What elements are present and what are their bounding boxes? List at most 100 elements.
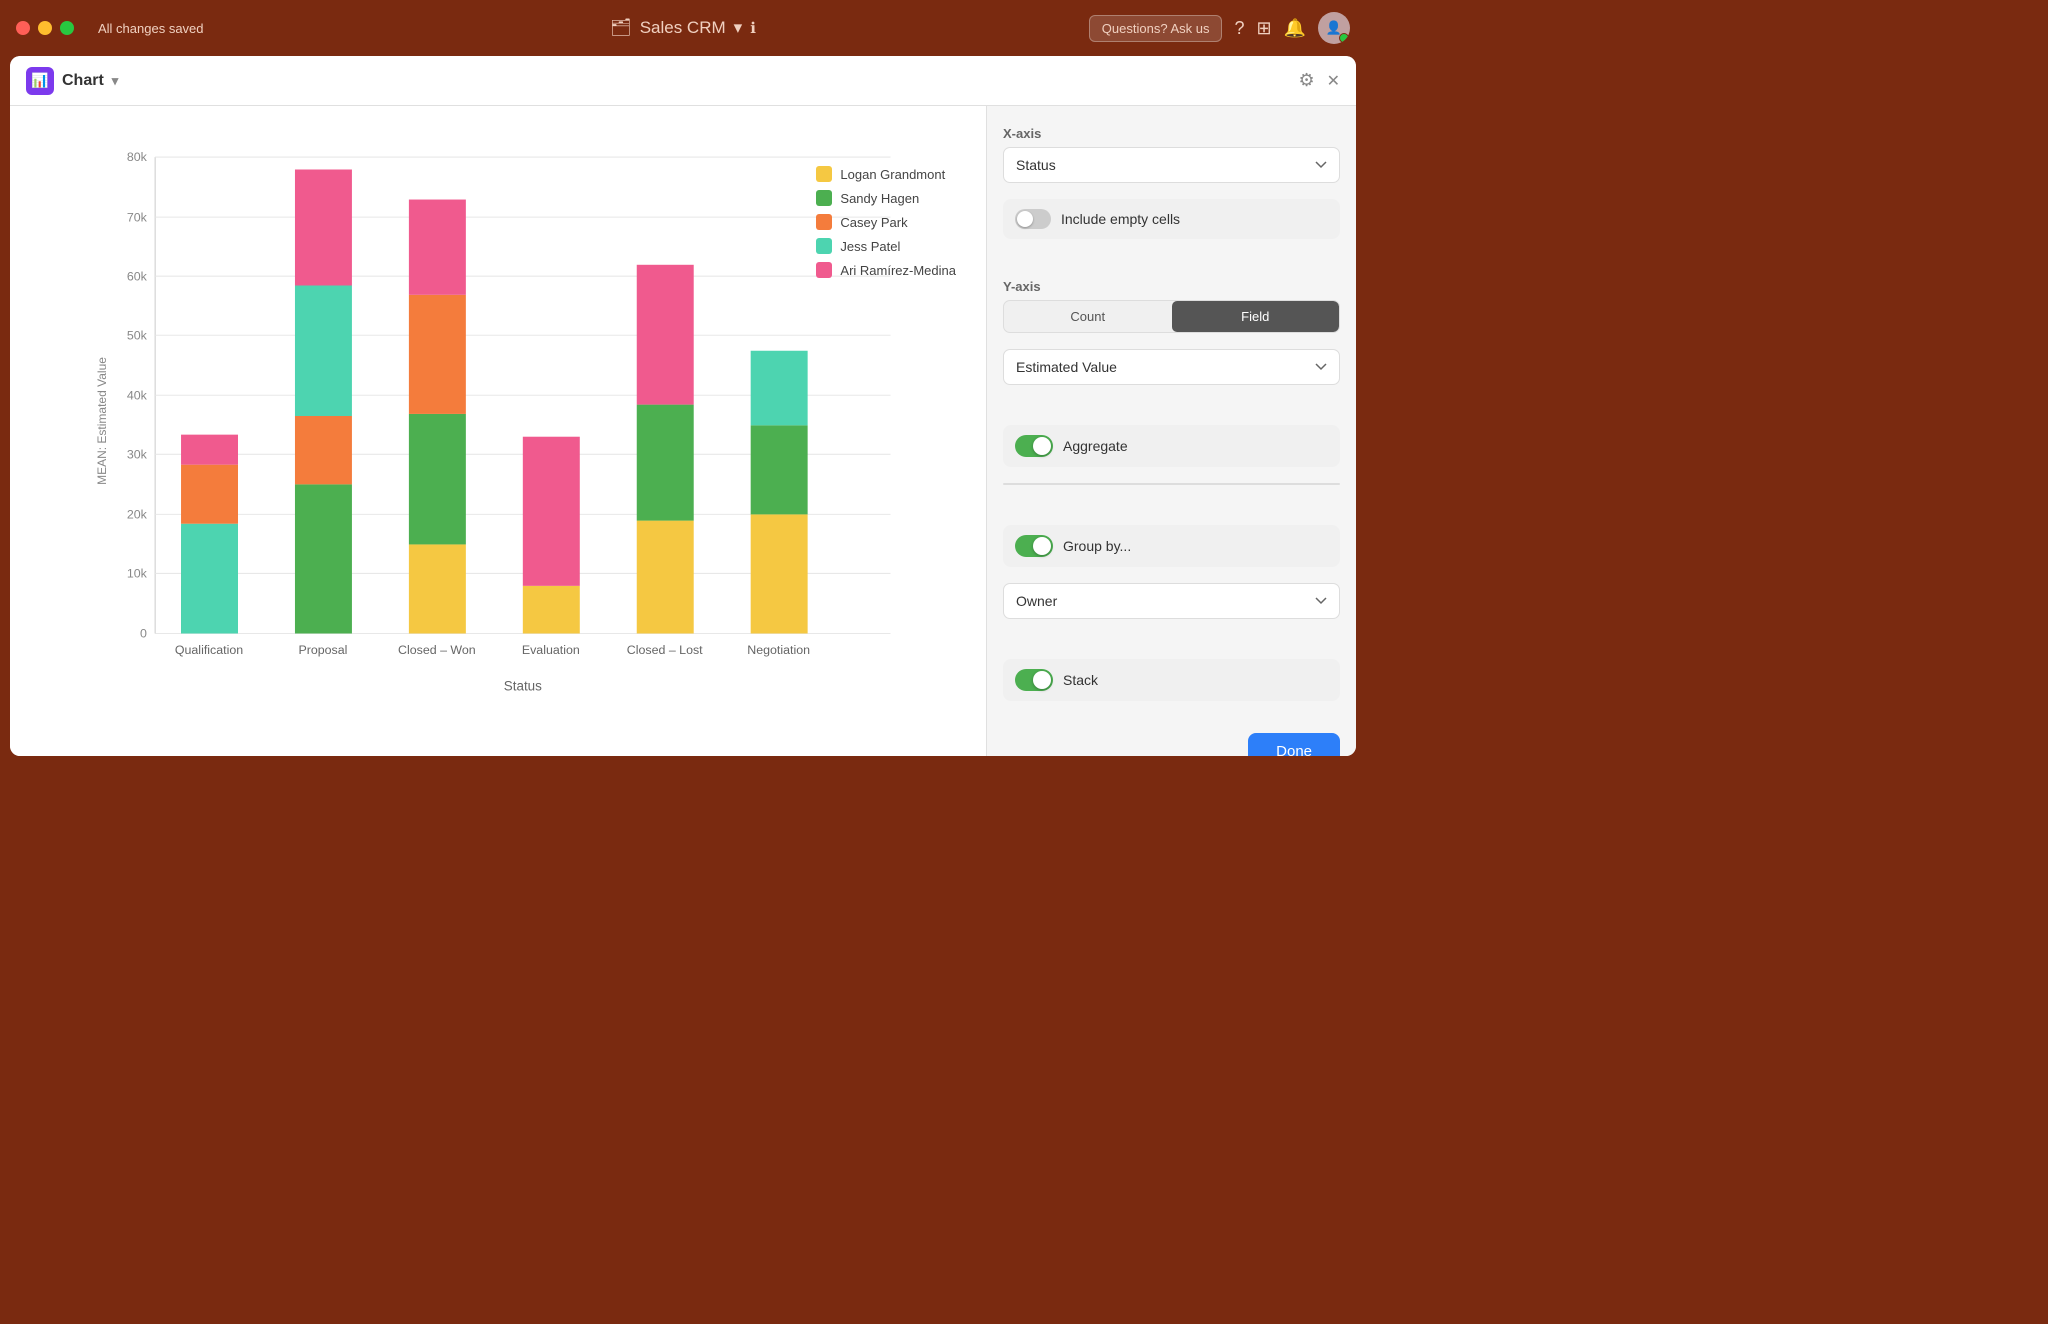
bar-eval-ari	[523, 437, 580, 586]
grid-icon[interactable]: ⊞	[1256, 18, 1271, 39]
bar-prop-casey	[295, 416, 352, 484]
stack-toggle[interactable]	[1015, 669, 1053, 691]
bar-qual-ari	[181, 435, 238, 465]
minimize-window-button[interactable]	[38, 21, 52, 35]
sum-button[interactable]: Sum	[1004, 484, 1088, 485]
group-by-row: Group by...	[1003, 525, 1340, 567]
legend-item-casey: Casey Park	[816, 214, 956, 230]
close-window-button[interactable]	[16, 21, 30, 35]
bar-qual-casey2	[181, 465, 238, 524]
chart-legend: Logan Grandmont Sandy Hagen Casey Park J…	[816, 166, 956, 278]
svg-text:80k: 80k	[127, 150, 148, 164]
mean-button[interactable]: Mean	[1255, 484, 1339, 485]
panel-title-text: Chart	[62, 72, 104, 90]
app-title-dropdown-icon[interactable]: ▾	[734, 18, 743, 38]
legend-swatch-jess	[816, 238, 832, 254]
titlebar: All changes saved 🗂 Sales CRM ▾ ℹ Questi…	[0, 0, 1366, 56]
legend-item-logan: Logan Grandmont	[816, 166, 956, 182]
app-icon: 🗂	[610, 18, 632, 38]
chart-settings-sidebar: X-axis Status Owner Stage Include empty …	[986, 106, 1356, 756]
count-button[interactable]: Count	[1004, 301, 1172, 332]
bar-neg-sandy	[751, 425, 808, 514]
group-by-toggle[interactable]	[1015, 535, 1053, 557]
bar-cw-logan	[409, 544, 466, 633]
field-button[interactable]: Field	[1172, 301, 1340, 332]
aggregate-row: Aggregate	[1003, 425, 1340, 467]
field-select[interactable]: Estimated Value Deal Size Probability	[1003, 349, 1340, 385]
bar-cl-sandy	[637, 405, 694, 521]
svg-text:40k: 40k	[127, 388, 148, 402]
include-empty-cells-row: Include empty cells	[1003, 199, 1340, 239]
panel-title-area: 📊 Chart ▾	[26, 67, 118, 95]
include-empty-cells-label: Include empty cells	[1061, 211, 1180, 227]
bar-prop-ari	[295, 170, 352, 286]
avatar-online-dot	[1339, 33, 1349, 43]
panel-header-right: ⚙ ✕	[1298, 70, 1340, 91]
include-empty-cells-toggle[interactable]	[1015, 209, 1051, 229]
chart-panel-icon: 📊	[26, 67, 54, 95]
bar-prop-sandy	[295, 484, 352, 633]
svg-text:Closed – Won: Closed – Won	[398, 643, 476, 657]
bar-cw-sandy	[409, 414, 466, 545]
bar-cl-ari	[637, 265, 694, 405]
app-title-area: 🗂 Sales CRM ▾ ℹ	[610, 18, 756, 38]
legend-swatch-casey	[816, 214, 832, 230]
svg-text:Evaluation: Evaluation	[522, 643, 580, 657]
min-button[interactable]: Min	[1088, 484, 1172, 485]
stack-label: Stack	[1063, 672, 1098, 688]
bar-prop-jess	[295, 286, 352, 417]
legend-item-ari: Ari Ramírez-Medina	[816, 262, 956, 278]
xaxis-select[interactable]: Status Owner Stage	[1003, 147, 1340, 183]
svg-text:60k: 60k	[127, 269, 148, 283]
avatar[interactable]: 👤	[1318, 12, 1350, 44]
legend-swatch-sandy	[816, 190, 832, 206]
yaxis-label: Y-axis	[1003, 279, 1340, 294]
panel-title-dropdown-icon[interactable]: ▾	[112, 73, 119, 89]
window-controls[interactable]	[16, 21, 74, 35]
aggregate-toggle[interactable]	[1015, 435, 1053, 457]
svg-text:0: 0	[140, 627, 147, 641]
svg-text:10k: 10k	[127, 567, 148, 581]
svg-text:30k: 30k	[127, 447, 148, 461]
max-button[interactable]: Max	[1172, 484, 1256, 485]
svg-text:50k: 50k	[127, 328, 148, 342]
ask-us-button[interactable]: Questions? Ask us	[1089, 15, 1223, 42]
group-by-select[interactable]: Owner Status Stage	[1003, 583, 1340, 619]
svg-text:Negotiation: Negotiation	[747, 643, 810, 657]
close-icon[interactable]: ✕	[1327, 71, 1340, 91]
panel-body: MEAN: Estimated Value	[10, 106, 1356, 756]
chart-area: MEAN: Estimated Value	[10, 106, 986, 756]
legend-item-sandy: Sandy Hagen	[816, 190, 956, 206]
legend-swatch-ari	[816, 262, 832, 278]
xaxis-section: X-axis Status Owner Stage	[1003, 126, 1340, 183]
panel-header: 📊 Chart ▾ ⚙ ✕	[10, 56, 1356, 106]
titlebar-actions: Questions? Ask us ? ⊞ 🔔 👤	[1089, 12, 1350, 44]
yaxis-section: Y-axis Count Field	[1003, 279, 1340, 333]
bar-cw-casey	[409, 295, 466, 414]
notifications-icon[interactable]: 🔔	[1284, 18, 1306, 39]
legend-item-jess: Jess Patel	[816, 238, 956, 254]
bar-cw-ari	[409, 200, 466, 295]
legend-swatch-logan	[816, 166, 832, 182]
maximize-window-button[interactable]	[60, 21, 74, 35]
legend-label-ari: Ari Ramírez-Medina	[840, 263, 956, 278]
aggregate-label: Aggregate	[1063, 438, 1128, 454]
done-button[interactable]: Done	[1248, 733, 1340, 756]
aggregate-type-group: Sum Min Max Mean	[1003, 483, 1340, 485]
help-icon[interactable]: ?	[1234, 18, 1244, 39]
svg-text:Proposal: Proposal	[298, 643, 347, 657]
bar-cl-logan	[637, 521, 694, 634]
stack-row: Stack	[1003, 659, 1340, 701]
svg-text:70k: 70k	[127, 210, 148, 224]
settings-icon[interactable]: ⚙	[1298, 70, 1314, 91]
legend-label-sandy: Sandy Hagen	[840, 191, 919, 206]
chart-panel: 📊 Chart ▾ ⚙ ✕ MEAN: Estimated Value	[10, 56, 1356, 756]
chart-container: MEAN: Estimated Value	[30, 126, 966, 716]
svg-text:Qualification: Qualification	[175, 643, 243, 657]
app-info-icon[interactable]: ℹ	[750, 19, 756, 37]
bar-neg-logan	[751, 514, 808, 633]
bar-neg-jess	[751, 351, 808, 426]
svg-text:20k: 20k	[127, 508, 148, 522]
svg-text:Closed – Lost: Closed – Lost	[627, 643, 703, 657]
bar-eval-logan	[523, 586, 580, 634]
